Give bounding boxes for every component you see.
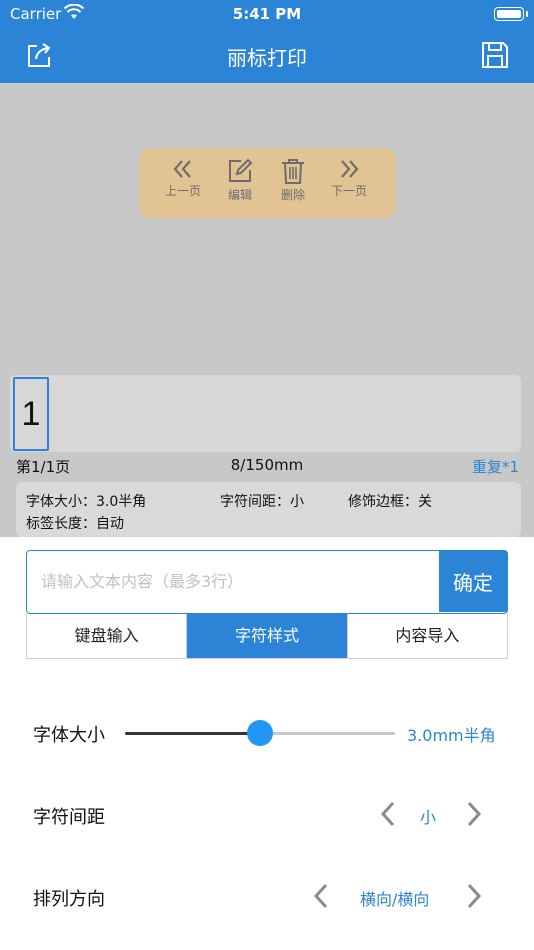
font-size-summary: 字体大小：3.0半角 [26,494,147,510]
direction-label: 排列方向 [33,889,105,910]
confirm-button[interactable]: 确定 [439,551,507,612]
text-input-group: 确定 [26,550,508,614]
edit-label: 编辑 [227,188,252,202]
slider-thumb[interactable] [247,720,273,746]
double-chevron-right-icon [341,160,359,178]
label-preview-area: 上一页 编辑 删除 下一页 1 第1/1页 8/150mm 重复*1 字体大小：… [0,83,534,537]
delete-label: 删除 [280,188,305,202]
repeat-button[interactable]: 重复*1 [472,456,519,477]
trash-icon [282,159,304,184]
tab-character-style[interactable]: 字符样式 [187,614,348,658]
label-cell[interactable]: 1 [13,377,49,451]
chevron-left-icon[interactable] [376,799,400,829]
char-spacing-value: 小 [420,808,437,827]
tab-content-import[interactable]: 内容导入 [348,614,507,658]
settings-summary: 字体大小：3.0半角 字符间距：小 修饰边框：关 标签长度：自动 [16,482,521,537]
chevron-right-icon[interactable] [462,799,486,829]
next-page-label: 下一页 [330,184,367,198]
direction-value: 横向/横向 [360,890,430,909]
label-length-summary: 标签长度：自动 [26,516,124,532]
battery-icon [494,7,528,21]
length-indicator: 8/150mm [230,456,304,474]
delete-button[interactable]: 删除 [263,158,323,203]
char-spacing-label: 字符间距 [33,807,105,828]
char-spacing-summary: 字符间距：小 [220,494,304,510]
clock: 5:41 PM [232,5,302,23]
nav-bar: 丽标打印 [0,28,534,83]
font-size-slider[interactable] [125,720,395,746]
slider-fill [125,732,260,735]
page-title: 丽标打印 [227,46,307,70]
edit-button[interactable]: 编辑 [210,158,270,203]
double-chevron-left-icon [173,160,191,178]
font-size-value: 3.0mm半角 [407,726,496,745]
font-size-label: 字体大小 [33,725,105,746]
input-mode-tabs: 键盘输入 字符样式 内容导入 [26,614,508,659]
prev-page-label: 上一页 [164,184,201,198]
text-input[interactable] [27,551,439,612]
prev-page-button[interactable]: 上一页 [153,158,213,199]
status-bar: Carrier 5:41 PM [0,0,534,28]
next-page-button[interactable]: 下一页 [319,158,379,199]
edit-toolbar: 上一页 编辑 删除 下一页 [139,148,396,218]
edit-icon [229,158,253,182]
border-summary: 修饰边框：关 [348,494,432,510]
tab-keyboard-input[interactable]: 键盘输入 [27,614,188,658]
chevron-right-icon[interactable] [462,881,486,911]
label-strip[interactable]: 1 [10,375,521,452]
chevron-left-icon[interactable] [309,881,333,911]
save-icon[interactable] [480,40,510,70]
